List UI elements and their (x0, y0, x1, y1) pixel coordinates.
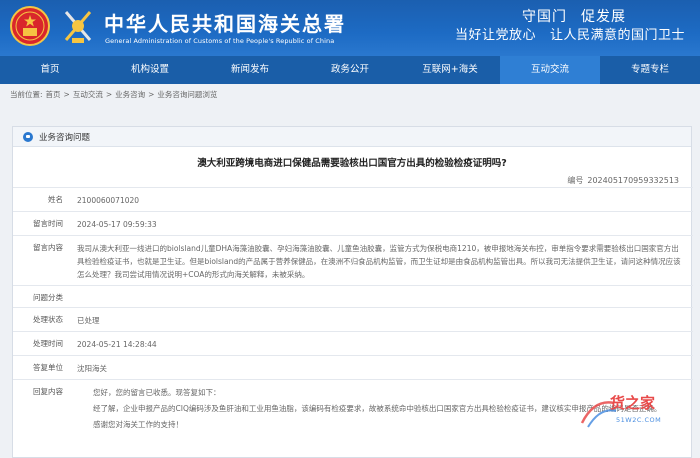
site-header: 中华人民共和国海关总署 General Administration of Cu… (0, 0, 700, 56)
breadcrumb-separator: > (63, 90, 70, 99)
row-label: 留言内容 (33, 243, 63, 252)
nav-item-internet-plus-customs[interactable]: 互联网+海关 (400, 56, 500, 84)
row-label: 问题分类 (33, 293, 63, 302)
row-value: 沈阳海关 (77, 364, 107, 373)
slogan-part: 促发展 (581, 9, 626, 25)
site-title: 中华人民共和国海关总署 (104, 12, 346, 36)
question-number-value: 20240517095933​2513 (587, 176, 679, 185)
row-label: 回复内容 (33, 387, 63, 396)
breadcrumb-separator: > (105, 90, 113, 99)
chat-bubble-icon (23, 131, 33, 142)
nav-item-special-topics[interactable]: 专题专栏 (600, 56, 700, 84)
question-title: 澳大利亚跨境电商进口保健品需要验核出口国官方出具的检验检疫证明吗? (197, 158, 507, 169)
panel-title: 业务咨询问题 (39, 132, 91, 143)
nav-item-organization[interactable]: 机构设置 (100, 56, 200, 84)
row-value (77, 286, 693, 307)
row-value: 2024-05-21 14:28:44 (77, 340, 157, 349)
row-value: 2100060071020 (77, 196, 140, 205)
table-row: 姓名 2100060071020 (13, 187, 693, 211)
table-row: 处理时间 2024-05-21 14:28:44 (13, 331, 693, 355)
national-emblem-icon (10, 6, 50, 46)
row-label: 处理状态 (33, 315, 63, 324)
table-row: 问题分类 (13, 285, 693, 307)
breadcrumb-current: 业务咨询问题浏览 (157, 90, 218, 99)
nav-item-home[interactable]: 首页 (0, 56, 100, 84)
row-label: 姓名 (48, 195, 63, 204)
slogan-part: 守国门 (522, 9, 567, 25)
breadcrumb-home[interactable]: 首页 (46, 90, 61, 99)
breadcrumb: 当前位置: 首页 > 互动交流 > 业务咨询 > 业务咨询问题浏览 (10, 89, 220, 100)
breadcrumb-prefix: 当前位置: (10, 90, 43, 99)
breadcrumb-consultation[interactable]: 业务咨询 (115, 90, 145, 99)
slogan-line-1: 守国门 促发展 (522, 6, 626, 26)
nav-item-government-affairs[interactable]: 政务公开 (300, 56, 400, 84)
slogan-line-2: 当好让党放心 让人民满意的国门卫士 (455, 24, 685, 43)
main-nav: 首页 机构设置 新闻发布 政务公开 互联网+海关 互动交流 专题专栏 (0, 56, 700, 84)
watermark-subtext: 51W2C.COM (616, 416, 662, 424)
watermark-text: 货之家 (610, 394, 656, 412)
row-value: 2024-05-17 09:59:33 (77, 220, 157, 229)
site-title-english: General Administration of Customs of the… (105, 37, 335, 45)
panel-header: 业务咨询问题 (13, 127, 691, 147)
question-number: 编号 20240517095933​2513 (13, 175, 691, 186)
customs-logo-icon (64, 11, 92, 43)
table-row: 答复单位 沈阳海关 (13, 355, 693, 379)
nav-item-news[interactable]: 新闻发布 (200, 56, 300, 84)
table-row: 留言时间 2024-05-17 09:59:33 (13, 211, 693, 235)
nav-item-interaction[interactable]: 互动交流 (500, 56, 600, 84)
row-label: 处理时间 (33, 339, 63, 348)
row-value: 我司从澳大利亚一线进口的biolsland儿童DHA海藻油胶囊、孕妇海藻油胶囊、… (77, 244, 681, 279)
breadcrumb-interaction[interactable]: 互动交流 (73, 90, 103, 99)
table-row: 留言内容 我司从澳大利亚一线进口的biolsland儿童DHA海藻油胶囊、孕妇海… (13, 235, 693, 285)
slogan-part: 当好让党放心 (455, 28, 537, 43)
row-label: 答复单位 (33, 363, 63, 372)
row-value: 已处理 (77, 316, 100, 325)
slogan-part: 让人民满意的国门卫士 (550, 28, 686, 43)
table-row: 处理状态 已处理 (13, 307, 693, 331)
question-number-label: 编号 (567, 176, 584, 185)
breadcrumb-separator: > (148, 90, 155, 99)
row-label: 留言时间 (33, 219, 63, 228)
